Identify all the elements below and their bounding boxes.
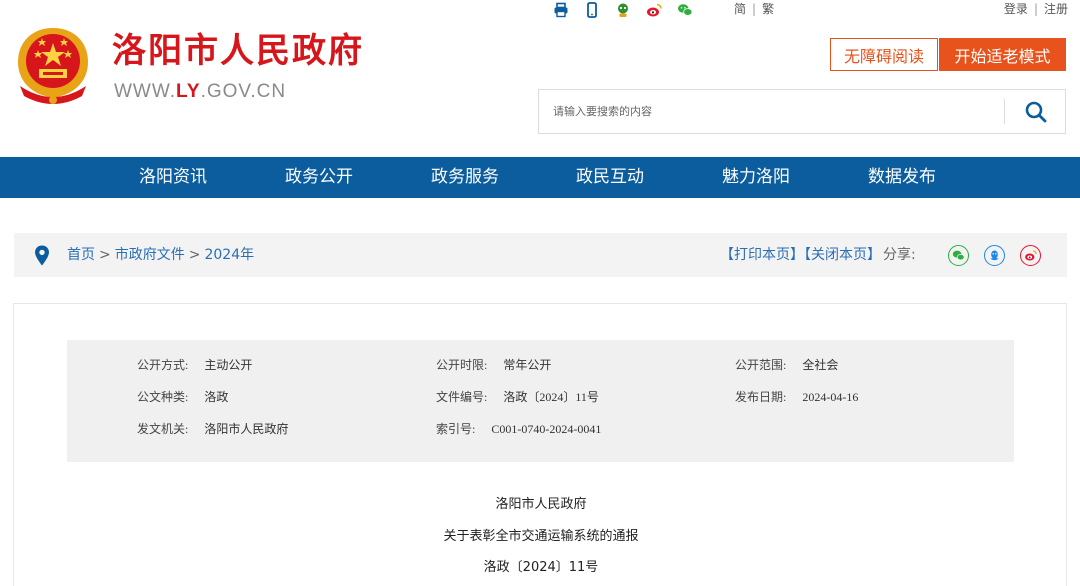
search-divider [1004,99,1005,124]
meta-issuing-authority: 发文机关: 洛阳市人民政府 [137,422,288,436]
robot-icon[interactable] [614,2,632,18]
site-domain: WWW.LY.GOV.CN [114,82,286,101]
meta-value: C001-0740-2024-0041 [491,422,602,436]
site-domain-prefix: WWW. [114,81,177,102]
national-emblem-logo [12,24,94,108]
meta-label: 文件编号: [436,390,488,404]
search-box [538,89,1066,134]
breadcrumb-separator: > [188,247,201,263]
accessible-reading-button[interactable]: 无障碍阅读 [830,38,938,71]
nav-item-gov-affairs-public[interactable]: 政务公开 [285,157,353,198]
meta-value: 常年公开 [503,358,552,372]
meta-value: 2024-04-16 [802,390,859,404]
page-tools: 【打印本页】【关闭本页】 分享: [720,233,916,277]
weibo-icon [1025,250,1037,261]
print-icon[interactable] [552,2,570,18]
meta-value: 主动公开 [204,358,253,372]
breadcrumb-bar: 首页 > 市政府文件 >2024年 【打印本页】【关闭本页】 分享: [14,233,1067,277]
meta-disclosure-scope: 公开范围: 全社会 [735,358,838,372]
meta-label: 公开方式: [137,358,189,372]
qq-icon [990,250,999,261]
meta-disclosure-period: 公开时限: 常年公开 [436,358,551,372]
share-label: 分享: [883,247,916,263]
elder-mode-button[interactable]: 开始适老模式 [939,38,1066,71]
meta-label: 公文种类: [137,390,189,404]
breadcrumb-year-link[interactable]: 2024年 [204,247,254,263]
meta-doc-number: 文件编号: 洛政〔2024〕11号 [436,390,599,404]
language-switch: 简 | 繁 [734,2,774,16]
content-panel: 公开方式: 主动公开 公开时限: 常年公开 公开范围: 全社会 公文种类: 洛政 文件编… [13,303,1067,586]
nav-item-charming-luoyang[interactable]: 魅力洛阳 [722,157,790,198]
search-icon [1025,101,1047,122]
meta-publish-date: 发布日期: 2024-04-16 [735,390,858,404]
document-title: 关于表彰全市交通运输系统的通报 [443,529,639,544]
meta-value: 洛政〔2024〕11号 [503,390,599,404]
search-input[interactable] [539,90,1004,133]
document-meta-box: 公开方式: 主动公开 公开时限: 常年公开 公开范围: 全社会 公文种类: 洛政 文件编… [67,340,1014,462]
location-pin-icon [35,245,49,266]
auth-links: 登录 | 注册 [1004,2,1068,16]
mobile-icon[interactable] [583,2,601,18]
nav-item-luoyang-news[interactable]: 洛阳资讯 [139,157,207,198]
print-page-link[interactable]: 【打印本页】 [720,247,804,263]
meta-value: 洛政 [204,390,229,404]
login-link[interactable]: 登录 [1004,2,1028,16]
breadcrumb-separator: > [99,247,111,263]
meta-index-number: 索引号: C001-0740-2024-0041 [436,422,601,436]
nav-item-data-release[interactable]: 数据发布 [868,157,936,198]
breadcrumb-city-docs-link[interactable]: 市政府文件 [115,247,185,263]
site-name: 洛阳市人民政府 [112,31,364,71]
search-button[interactable] [1006,90,1066,133]
share-qq-button[interactable] [984,245,1005,266]
register-link[interactable]: 注册 [1044,2,1068,16]
weibo-icon[interactable] [645,2,663,18]
wechat-icon [952,250,965,261]
lang-separator: | [752,2,757,16]
nav-item-gov-services[interactable]: 政务服务 [431,157,499,198]
nav-item-gov-public-interaction[interactable]: 政民互动 [576,157,644,198]
share-wechat-button[interactable] [948,245,969,266]
meta-label: 发布日期: [735,390,787,404]
meta-label: 公开时限: [436,358,488,372]
breadcrumb-home-link[interactable]: 首页 [67,247,95,263]
document-number: 洛政〔2024〕11号 [483,560,599,575]
site-domain-highlight: LY [176,81,201,102]
top-tool-icons [552,1,707,19]
meta-label: 索引号: [436,422,476,436]
meta-disclosure-method: 公开方式: 主动公开 [137,358,252,372]
main-nav: 洛阳资讯 政务公开 政务服务 政民互动 魅力洛阳 数据发布 [0,157,1080,198]
lang-simplified-link[interactable]: 简 [734,2,746,16]
document-issuer: 洛阳市人民政府 [495,497,587,512]
close-page-link[interactable]: 【关闭本页】 [804,247,881,263]
lang-traditional-link[interactable]: 繁 [762,2,774,16]
meta-value: 全社会 [802,358,839,372]
share-weibo-button[interactable] [1020,245,1041,266]
meta-value: 洛阳市人民政府 [204,422,289,436]
meta-label: 发文机关: [137,422,189,436]
wechat-icon[interactable] [676,2,694,18]
meta-label: 公开范围: [735,358,787,372]
auth-separator: | [1033,2,1038,16]
site-domain-suffix: .GOV.CN [200,81,287,102]
meta-doc-type: 公文种类: 洛政 [137,390,228,404]
breadcrumb: 首页 > 市政府文件 >2024年 [67,233,254,277]
